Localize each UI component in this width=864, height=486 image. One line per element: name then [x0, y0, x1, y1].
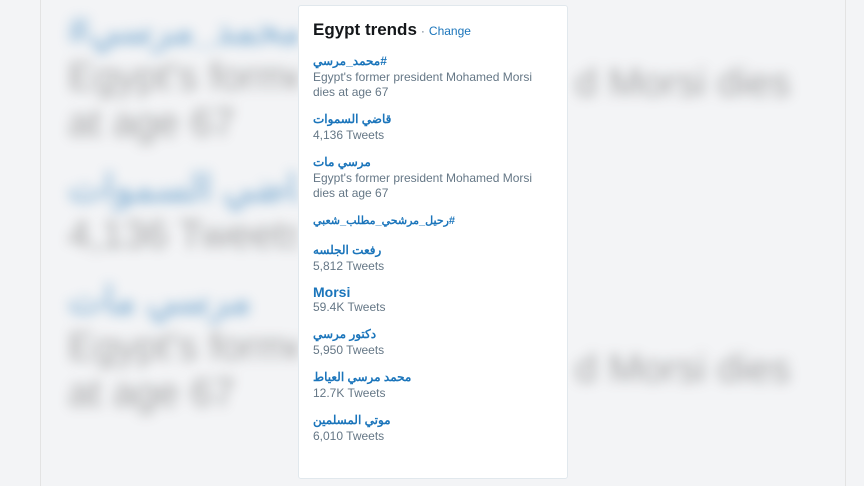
trend-context: Egypt's former president Mohamed Morsi d… — [313, 70, 533, 99]
trend-name[interactable]: دكتور مرسي — [313, 326, 376, 342]
bg-trend-name: مرسي مات — [68, 280, 252, 322]
bg-trend-meta: d Morsi dies — [575, 347, 791, 391]
trend-name[interactable]: قاضي السموات — [313, 111, 391, 127]
trend-name[interactable]: موتي المسلمين — [313, 412, 391, 428]
trend-name[interactable]: مرسي مات — [313, 154, 371, 170]
trend-name[interactable]: رفعت الجلسه — [313, 242, 381, 258]
trend-context: Egypt's former president Mohamed Morsi d… — [313, 171, 533, 200]
trend-name[interactable]: #محمد_مرسي — [313, 53, 387, 69]
trends-header: Egypt trends · Change — [313, 20, 553, 40]
trend-tweet-count: 5,950 Tweets — [313, 343, 385, 357]
frame-divider — [845, 0, 846, 486]
trend-item[interactable]: #رحيل_مرشحي_مطلب_شعبي — [313, 211, 553, 229]
title-separator: · — [420, 24, 425, 38]
trend-name[interactable]: #رحيل_مرشحي_مطلب_شعبي — [313, 213, 455, 229]
bg-trend-name: #محمد_مرسي — [68, 10, 298, 52]
trend-item[interactable]: #محمد_مرسي Egypt's former president Moha… — [313, 52, 553, 100]
trend-item[interactable]: محمد مرسي العياط 12.7K Tweets — [313, 368, 553, 401]
trend-item[interactable]: موتي المسلمين 6,010 Tweets — [313, 411, 553, 444]
bg-trend-meta: at age 67 — [68, 101, 235, 145]
trend-tweet-count: 59.4K Tweets — [313, 300, 386, 314]
trend-tweet-count: 6,010 Tweets — [313, 429, 385, 443]
trend-name[interactable]: Morsi — [313, 284, 553, 300]
trend-item[interactable]: Morsi 59.4K Tweets — [313, 284, 553, 315]
trend-tweet-count: 4,136 Tweets — [313, 128, 385, 142]
trends-title: Egypt trends — [313, 20, 417, 39]
trend-item[interactable]: رفعت الجلسه 5,812 Tweets — [313, 241, 553, 274]
bg-trend-name: قاضي السموات — [68, 168, 298, 210]
bg-trend-meta: Egypt's former — [68, 55, 298, 99]
bg-trend-meta: d Morsi dies — [575, 61, 791, 105]
trend-name[interactable]: محمد مرسي العياط — [313, 369, 411, 385]
trend-item[interactable]: قاضي السموات 4,136 Tweets — [313, 110, 553, 143]
bg-trend-meta: 4,136 Tweets — [68, 213, 298, 257]
frame-divider — [40, 0, 41, 486]
change-location-link[interactable]: Change — [429, 24, 471, 38]
bg-trend-meta: Egypt's former — [68, 325, 298, 369]
trend-tweet-count: 12.7K Tweets — [313, 386, 386, 400]
trend-item[interactable]: دكتور مرسي 5,950 Tweets — [313, 325, 553, 358]
trend-tweet-count: 5,812 Tweets — [313, 259, 385, 273]
trends-card: Egypt trends · Change #محمد_مرسي Egypt's… — [298, 5, 568, 479]
trend-item[interactable]: مرسي مات Egypt's former president Mohame… — [313, 153, 553, 201]
bg-trend-meta: at age 67 — [68, 371, 235, 415]
